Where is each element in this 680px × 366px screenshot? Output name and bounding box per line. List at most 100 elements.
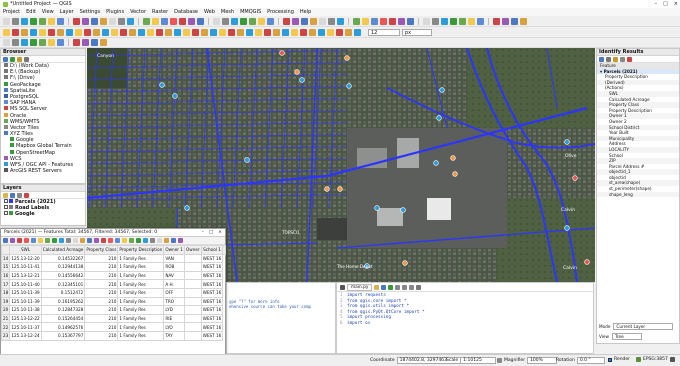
menu-edit[interactable]: Edit <box>26 9 36 15</box>
table-cell[interactable]: OFF <box>163 287 185 298</box>
table-cell[interactable]: WEST 16 <box>200 253 224 264</box>
column-header[interactable]: Calculated Acreage <box>40 245 86 255</box>
table-cell[interactable]: 1 Family Res <box>117 253 165 264</box>
menu-settings[interactable]: Settings <box>80 9 101 15</box>
main-tool-icon[interactable] <box>459 17 466 25</box>
crs-globe-icon[interactable] <box>636 357 641 362</box>
table-cell[interactable]: 1 Family Res <box>117 313 165 324</box>
table-row[interactable]: 21 125.13-12-22 0.15264454 210 1 Family Res R… <box>0 313 226 324</box>
table-row[interactable]: 22 125.10-11-37 0.14962576 210 1 Family Res L… <box>0 322 226 332</box>
digitize-tool-icon[interactable] <box>75 28 82 36</box>
table-cell[interactable]: WEST 16 <box>200 296 224 307</box>
digitize-tool-icon[interactable] <box>228 28 235 36</box>
row-number[interactable]: 15 <box>0 262 11 272</box>
digitize-tool-icon[interactable] <box>165 28 172 36</box>
digitize-tool-icon[interactable] <box>219 28 226 36</box>
copy-icon[interactable] <box>402 284 408 290</box>
maximize-button[interactable]: □ <box>663 1 668 7</box>
layer-item-google[interactable]: Google <box>1 211 85 217</box>
close-button[interactable]: × <box>674 1 678 7</box>
refresh-icon[interactable] <box>10 56 15 62</box>
map-pin-icon[interactable] <box>344 55 350 61</box>
attribute-tool-icon[interactable] <box>171 238 176 243</box>
attribute-tool-icon[interactable] <box>178 238 183 243</box>
menu-mmqgis[interactable]: MMQGIS <box>240 9 261 15</box>
map-pin-icon[interactable] <box>584 259 590 265</box>
digitize-tool-icon[interactable] <box>291 28 298 36</box>
table-cell[interactable]: 210 <box>84 287 119 298</box>
main-tool-icon[interactable] <box>213 17 220 25</box>
main-tool-icon[interactable] <box>292 17 299 25</box>
nav-tool-icon[interactable] <box>91 39 98 46</box>
digitize-tool-icon[interactable] <box>282 28 289 36</box>
digitize-tool-icon[interactable] <box>309 28 316 36</box>
table-cell[interactable]: TAY <box>163 330 185 341</box>
table-cell[interactable]: 0.15264454 <box>40 313 86 324</box>
attribute-tool-icon[interactable] <box>45 238 50 243</box>
row-number[interactable]: 16 <box>0 270 11 281</box>
main-tool-icon[interactable] <box>21 17 28 25</box>
digitize-tool-icon[interactable] <box>3 28 10 36</box>
map-pin-icon[interactable] <box>279 50 285 56</box>
digitize-tool-icon[interactable] <box>237 28 244 36</box>
digitize-tool-icon[interactable] <box>318 28 325 36</box>
menu-layer[interactable]: Layer <box>60 9 74 15</box>
row-number[interactable]: 17 <box>0 279 11 289</box>
digitize-tool-icon[interactable] <box>246 28 253 36</box>
digitize-tool-icon[interactable] <box>255 28 262 36</box>
main-tool-icon[interactable] <box>407 17 414 25</box>
collapse-all-icon[interactable] <box>606 56 611 62</box>
digitize-tool-icon[interactable] <box>93 28 100 36</box>
main-tool-icon[interactable] <box>310 17 317 25</box>
digitize-tool-icon[interactable] <box>201 28 208 36</box>
table-cell[interactable]: 210 <box>84 270 119 281</box>
table-cell[interactable]: 210 <box>84 313 119 324</box>
map-pin-icon[interactable] <box>159 82 165 88</box>
digitize-tool-icon[interactable] <box>138 28 145 36</box>
table-cell[interactable]: 125.10-11-39 <box>9 296 42 307</box>
table-cell[interactable]: 125.10-11-39 <box>9 287 42 298</box>
attribute-tool-icon[interactable] <box>115 238 120 243</box>
main-tool-icon[interactable] <box>423 17 430 25</box>
minimize-button[interactable]: – <box>202 230 204 235</box>
table-cell[interactable]: 0.12944138 <box>40 262 86 272</box>
paste-icon[interactable] <box>409 284 415 290</box>
identify-field[interactable]: shape_leng <box>597 191 679 198</box>
main-tool-icon[interactable] <box>152 17 159 25</box>
table-cell[interactable]: WEST 16 <box>200 313 224 324</box>
table-cell[interactable] <box>184 270 202 281</box>
table-cell[interactable]: NAV <box>163 270 185 281</box>
map-pin-icon[interactable] <box>324 186 330 192</box>
nav-tool-icon[interactable] <box>73 39 80 46</box>
menu-vector[interactable]: Vector <box>130 9 146 15</box>
attribute-tool-icon[interactable] <box>122 238 127 243</box>
rotation-field[interactable]: 0.0 ° <box>576 357 605 364</box>
table-cell[interactable] <box>184 305 202 315</box>
main-tool-icon[interactable] <box>301 17 308 25</box>
column-header[interactable]: Owner <box>184 245 202 255</box>
main-tool-icon[interactable] <box>127 17 134 25</box>
attribute-tool-icon[interactable] <box>52 238 57 243</box>
map-pin-icon[interactable] <box>299 77 305 83</box>
digitize-tool-icon[interactable] <box>300 28 307 36</box>
main-tool-icon[interactable] <box>12 17 19 25</box>
table-cell[interactable] <box>184 279 202 289</box>
digitize-tool-icon[interactable] <box>273 28 280 36</box>
digitize-tool-icon[interactable] <box>120 28 127 36</box>
column-header[interactable]: School 1 <box>200 245 224 255</box>
digitize-tool-icon[interactable] <box>66 28 73 36</box>
map-pin-icon[interactable] <box>294 69 300 75</box>
main-tool-icon[interactable] <box>30 17 37 25</box>
table-cell[interactable]: WEST 16 <box>200 330 224 341</box>
attribute-tool-icon[interactable] <box>94 238 99 243</box>
main-tool-icon[interactable] <box>39 17 46 25</box>
table-cell[interactable]: LYO <box>163 322 185 332</box>
table-cell[interactable]: ROB <box>163 262 185 272</box>
table-cell[interactable]: 1 Family Res <box>117 330 165 341</box>
remove-layer-icon[interactable] <box>24 192 29 198</box>
main-tool-icon[interactable] <box>188 17 195 25</box>
attribute-tool-icon[interactable] <box>129 238 134 243</box>
menu-web[interactable]: Web <box>204 9 215 15</box>
save-icon[interactable] <box>381 284 387 290</box>
table-cell[interactable]: LYD <box>163 305 185 315</box>
